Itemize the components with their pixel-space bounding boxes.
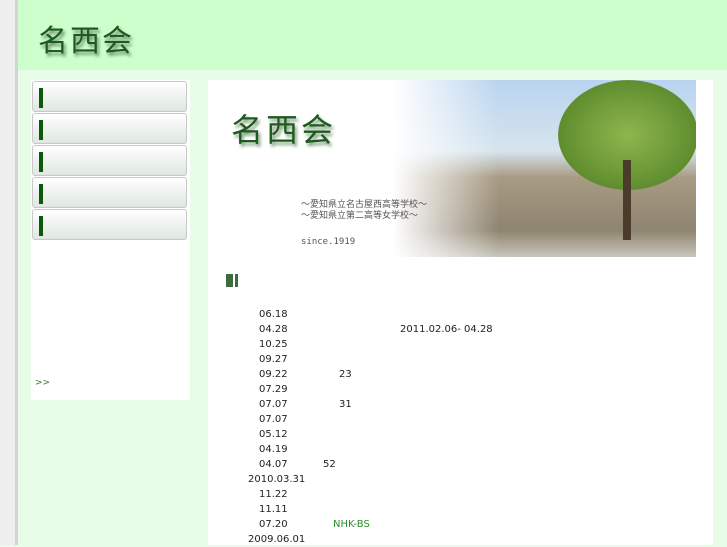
subtitle-line-2: 〜愛知県立第二高等女学校〜 xyxy=(301,211,419,221)
site-header: 名西会 xyxy=(18,0,727,70)
main-content: 名西会 〜愛知県立名古屋西高等学校〜 〜愛知県立第二高等女学校〜 since.1… xyxy=(208,80,713,545)
tree-trunk-image xyxy=(623,160,631,240)
sidebar: >> xyxy=(31,80,190,400)
nav-button-3[interactable] xyxy=(32,145,187,176)
site-logo[interactable]: 名西会 xyxy=(38,16,134,60)
subtitle-line-1: 〜愛知県立名古屋西高等学校〜 xyxy=(301,200,428,210)
news-link[interactable]: 23 xyxy=(339,367,352,382)
nav-marker-icon xyxy=(39,120,43,140)
nav-button-4[interactable] xyxy=(32,177,187,208)
section-marker-icon xyxy=(226,274,235,287)
hero-subtitle: 〜愛知県立名古屋西高等学校〜 〜愛知県立第二高等女学校〜 xyxy=(301,200,427,222)
more-link[interactable]: >> xyxy=(35,378,50,388)
nav-marker-icon xyxy=(39,184,43,204)
nav-marker-icon xyxy=(39,152,43,172)
nav-marker-icon xyxy=(39,216,43,236)
hero-logo: 名西会 xyxy=(231,111,337,149)
nav-marker-icon xyxy=(39,88,43,108)
left-margin xyxy=(0,0,18,545)
news-link[interactable]: 31 xyxy=(339,397,352,412)
nav-button-2[interactable] xyxy=(32,113,187,144)
hero-banner: 名西会 〜愛知県立名古屋西高等学校〜 〜愛知県立第二高等女学校〜 since.1… xyxy=(208,80,696,257)
nhk-bs-link[interactable]: NHK-BS xyxy=(333,517,370,532)
nav-button-5[interactable] xyxy=(32,209,187,240)
news-link[interactable]: 2011.02.06- 04.28 xyxy=(400,322,493,337)
since-text: since.1919 xyxy=(301,237,356,247)
nav-button-1[interactable] xyxy=(32,81,187,112)
news-link[interactable]: 52 xyxy=(323,457,336,472)
